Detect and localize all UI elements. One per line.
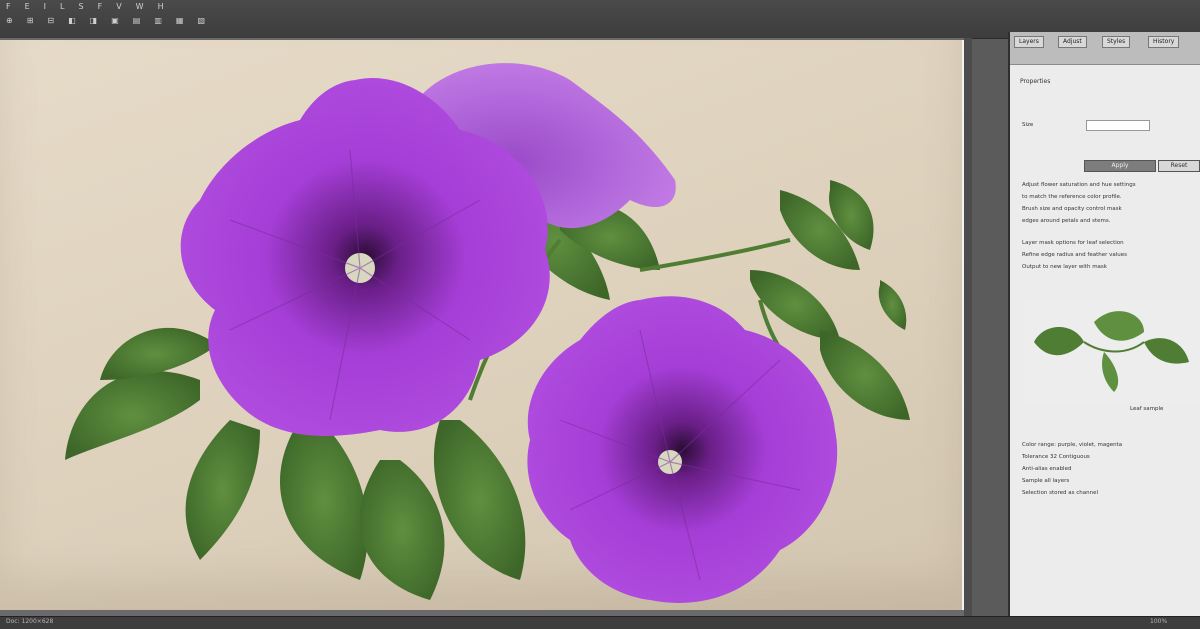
menu-item[interactable]: H (158, 2, 164, 11)
tool-icon[interactable]: ▦ (176, 16, 184, 25)
tool-row: ⊕ ⊞ ⊟ ◧ ◨ ▣ ▤ ▥ ▦ ▧ (6, 16, 205, 25)
menu-item[interactable]: E (25, 2, 30, 11)
text-line: Brush size and opacity control mask (1022, 206, 1122, 212)
menu-item[interactable]: S (79, 2, 84, 11)
text-line: Color range: purple, violet, magenta (1022, 442, 1123, 448)
tool-icon[interactable]: ▣ (111, 16, 119, 25)
document-canvas[interactable] (0, 40, 965, 610)
tool-icon[interactable]: ⊟ (47, 16, 54, 25)
text-line: edges around petals and stems. (1022, 218, 1111, 224)
leaf-icon (1034, 311, 1189, 392)
tool-icon[interactable]: ▥ (154, 16, 162, 25)
thumb-caption: Leaf sample (1130, 406, 1164, 412)
tool-icon[interactable]: ▤ (133, 16, 141, 25)
text-line: Tolerance 32 Contiguous (1022, 454, 1090, 460)
panel-tab[interactable]: History (1148, 36, 1180, 48)
tool-icon[interactable]: ▧ (197, 16, 205, 25)
leaf-thumbnail[interactable] (1024, 302, 1200, 402)
panel-tab[interactable]: Adjust (1058, 36, 1087, 48)
vertical-scrollbar[interactable] (964, 38, 972, 616)
tool-icon[interactable]: ◧ (68, 16, 76, 25)
text-line: Anti-alias enabled (1022, 466, 1072, 472)
menu-item[interactable]: L (60, 2, 64, 11)
text-line: to match the reference color profile. (1022, 194, 1122, 200)
menu-item[interactable]: F (98, 2, 103, 11)
text-line: Layer mask options for leaf selection (1022, 240, 1124, 246)
menu-row: F E I L S F V W H (6, 2, 164, 11)
panel-tabs: Layers Adjust Styles History (1010, 32, 1200, 65)
text-line: Output to new layer with mask (1022, 264, 1107, 270)
menu-item[interactable]: I (44, 2, 46, 11)
tool-icon[interactable]: ⊞ (27, 16, 34, 25)
menu-item[interactable]: F (6, 2, 11, 11)
tool-icon[interactable]: ⊕ (6, 16, 13, 25)
panel-tab[interactable]: Styles (1102, 36, 1131, 48)
reset-button[interactable]: Reset (1158, 160, 1200, 172)
petunia-image (65, 63, 910, 603)
size-field[interactable] (1086, 120, 1150, 131)
text-line: Sample all layers (1022, 478, 1070, 484)
text-line: Refine edge radius and feather values (1022, 252, 1127, 258)
menu-item[interactable]: V (116, 2, 121, 11)
apply-button[interactable]: Apply (1084, 160, 1156, 172)
status-bar: Doc: 1200×628 100% (0, 616, 1200, 629)
panel-tab[interactable]: Layers (1014, 36, 1044, 48)
text-line: Selection stored as channel (1022, 490, 1098, 496)
tool-icon[interactable]: ◨ (90, 16, 98, 25)
zoom-level[interactable]: 100% (1150, 618, 1167, 625)
properties-panel: Layers Adjust Styles History Properties … (1008, 32, 1200, 620)
menu-item[interactable]: W (136, 2, 144, 11)
status-doc-info: Doc: 1200×628 (6, 618, 54, 625)
flower-right (527, 296, 838, 603)
canvas-area (0, 38, 972, 616)
text-line: Adjust flower saturation and hue setting… (1022, 182, 1136, 188)
panel-header: Properties (1020, 78, 1051, 85)
